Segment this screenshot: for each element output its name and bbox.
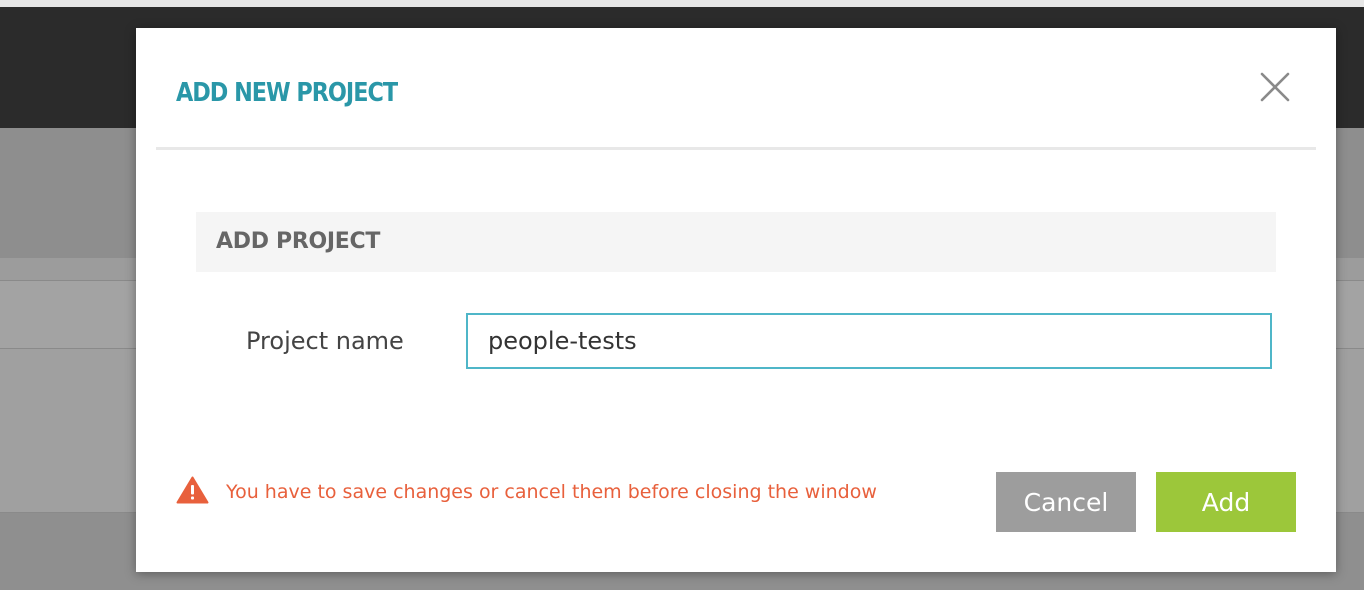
warning-text: You have to save changes or cancel them … (226, 481, 877, 503)
add-button[interactable]: Add (1156, 472, 1296, 532)
section-header: ADD PROJECT (196, 212, 1276, 272)
dialog-title: ADD NEW PROJECT (176, 78, 398, 108)
cancel-button[interactable]: Cancel (996, 472, 1136, 532)
section-title: ADD PROJECT (216, 229, 381, 254)
close-button[interactable] (1258, 70, 1292, 104)
add-project-dialog: ADD NEW PROJECT ADD PROJECT Project name… (136, 28, 1336, 572)
warning-icon (176, 476, 209, 504)
project-name-label: Project name (246, 327, 404, 355)
close-icon (1260, 72, 1290, 102)
project-name-input[interactable] (466, 313, 1272, 369)
browser-edge (0, 0, 1364, 7)
title-divider (156, 147, 1316, 150)
